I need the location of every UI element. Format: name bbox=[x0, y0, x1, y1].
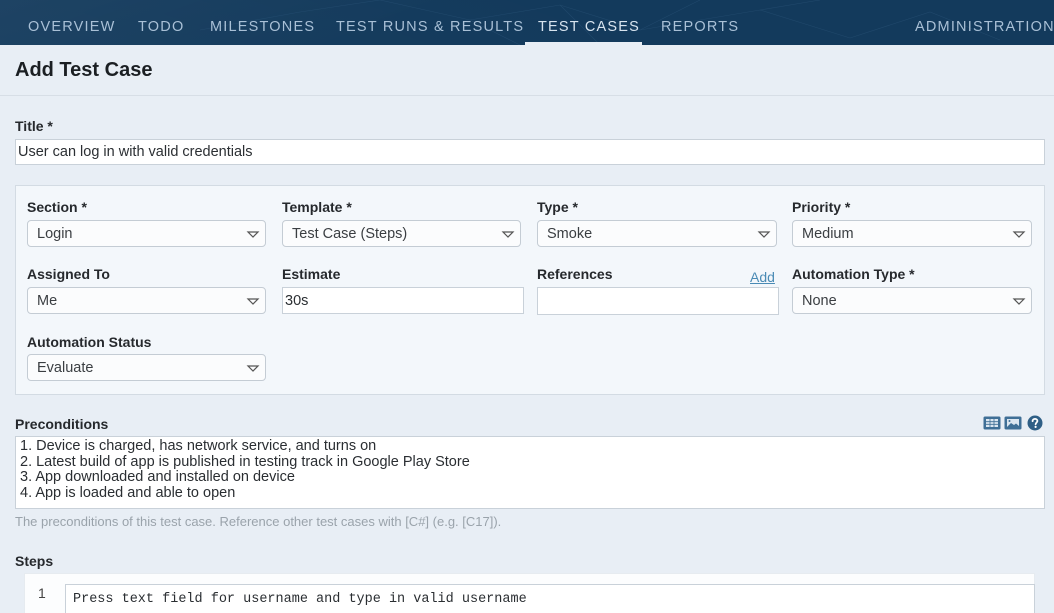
chevron-down-icon bbox=[246, 231, 260, 238]
page-title: Add Test Case bbox=[15, 59, 153, 81]
chevron-down-icon bbox=[501, 231, 515, 238]
nav-reports[interactable]: REPORTS bbox=[661, 0, 739, 45]
chevron-down-icon bbox=[246, 298, 260, 305]
automation-type-value: None bbox=[802, 293, 837, 309]
preconditions-hint: The preconditions of this test case. Ref… bbox=[15, 514, 502, 529]
automation-status-label: Automation Status bbox=[27, 334, 152, 350]
top-navigation: OVERVIEW TODO MILESTONES TEST RUNS & RES… bbox=[0, 0, 1054, 45]
estimate-label: Estimate bbox=[282, 266, 341, 282]
assigned-to-label: Assigned To bbox=[27, 266, 110, 282]
chevron-down-icon bbox=[757, 231, 771, 238]
title-label: Title * bbox=[15, 118, 53, 134]
assigned-to-select[interactable]: Me bbox=[27, 287, 266, 314]
priority-select[interactable]: Medium bbox=[792, 220, 1032, 247]
automation-type-label: Automation Type * bbox=[792, 266, 915, 282]
nav-todo[interactable]: TODO bbox=[138, 0, 184, 45]
automation-type-select[interactable]: None bbox=[792, 287, 1032, 314]
nav-overview[interactable]: OVERVIEW bbox=[28, 0, 116, 45]
steps-label: Steps bbox=[15, 553, 54, 569]
nav-test-cases[interactable]: TEST CASES bbox=[538, 0, 640, 45]
nav-milestones[interactable]: MILESTONES bbox=[210, 0, 315, 45]
estimate-input[interactable] bbox=[282, 287, 524, 314]
template-value: Test Case (Steps) bbox=[292, 226, 408, 242]
preconditions-label: Preconditions bbox=[15, 416, 109, 432]
priority-label: Priority * bbox=[792, 199, 851, 215]
section-select[interactable]: Login bbox=[27, 220, 266, 247]
chevron-down-icon bbox=[1012, 231, 1026, 238]
priority-value: Medium bbox=[802, 226, 854, 242]
image-icon[interactable] bbox=[1004, 416, 1022, 435]
type-select[interactable]: Smoke bbox=[537, 220, 777, 247]
automation-status-select[interactable]: Evaluate bbox=[27, 354, 266, 381]
type-label: Type * bbox=[537, 199, 578, 215]
page-header: Add Test Case bbox=[0, 45, 1054, 96]
nav-test-runs-results[interactable]: TEST RUNS & RESULTS bbox=[336, 0, 524, 45]
section-label: Section * bbox=[27, 199, 87, 215]
preconditions-textarea[interactable]: 1. Device is charged, has network servic… bbox=[15, 436, 1045, 509]
chevron-down-icon bbox=[246, 365, 260, 372]
precondition-line: 4. App is loaded and able to open bbox=[20, 484, 236, 501]
nav-administration[interactable]: ADMINISTRATION bbox=[915, 0, 1054, 45]
assigned-to-value: Me bbox=[37, 293, 58, 309]
template-select[interactable]: Test Case (Steps) bbox=[282, 220, 521, 247]
type-value: Smoke bbox=[547, 226, 593, 242]
section-value: Login bbox=[37, 226, 73, 242]
template-label: Template * bbox=[282, 199, 352, 215]
precondition-line: 2. Latest build of app is published in t… bbox=[20, 453, 470, 470]
references-input[interactable] bbox=[537, 287, 779, 315]
add-reference-link[interactable]: Add bbox=[750, 269, 775, 285]
automation-status-value: Evaluate bbox=[37, 360, 94, 376]
table-icon[interactable] bbox=[983, 416, 1001, 435]
step-content-input[interactable]: Press text field for username and type i… bbox=[65, 584, 1035, 613]
precondition-line: 3. App downloaded and installed on devic… bbox=[20, 469, 295, 485]
precondition-line: 1. Device is charged, has network servic… bbox=[20, 438, 377, 454]
steps-table: 1 Press text field for username and type… bbox=[24, 573, 1035, 613]
help-icon[interactable] bbox=[1027, 415, 1043, 436]
title-input[interactable] bbox=[15, 139, 1045, 165]
references-label: References bbox=[537, 266, 613, 282]
step-number: 1 bbox=[38, 585, 46, 601]
chevron-down-icon bbox=[1012, 298, 1026, 305]
